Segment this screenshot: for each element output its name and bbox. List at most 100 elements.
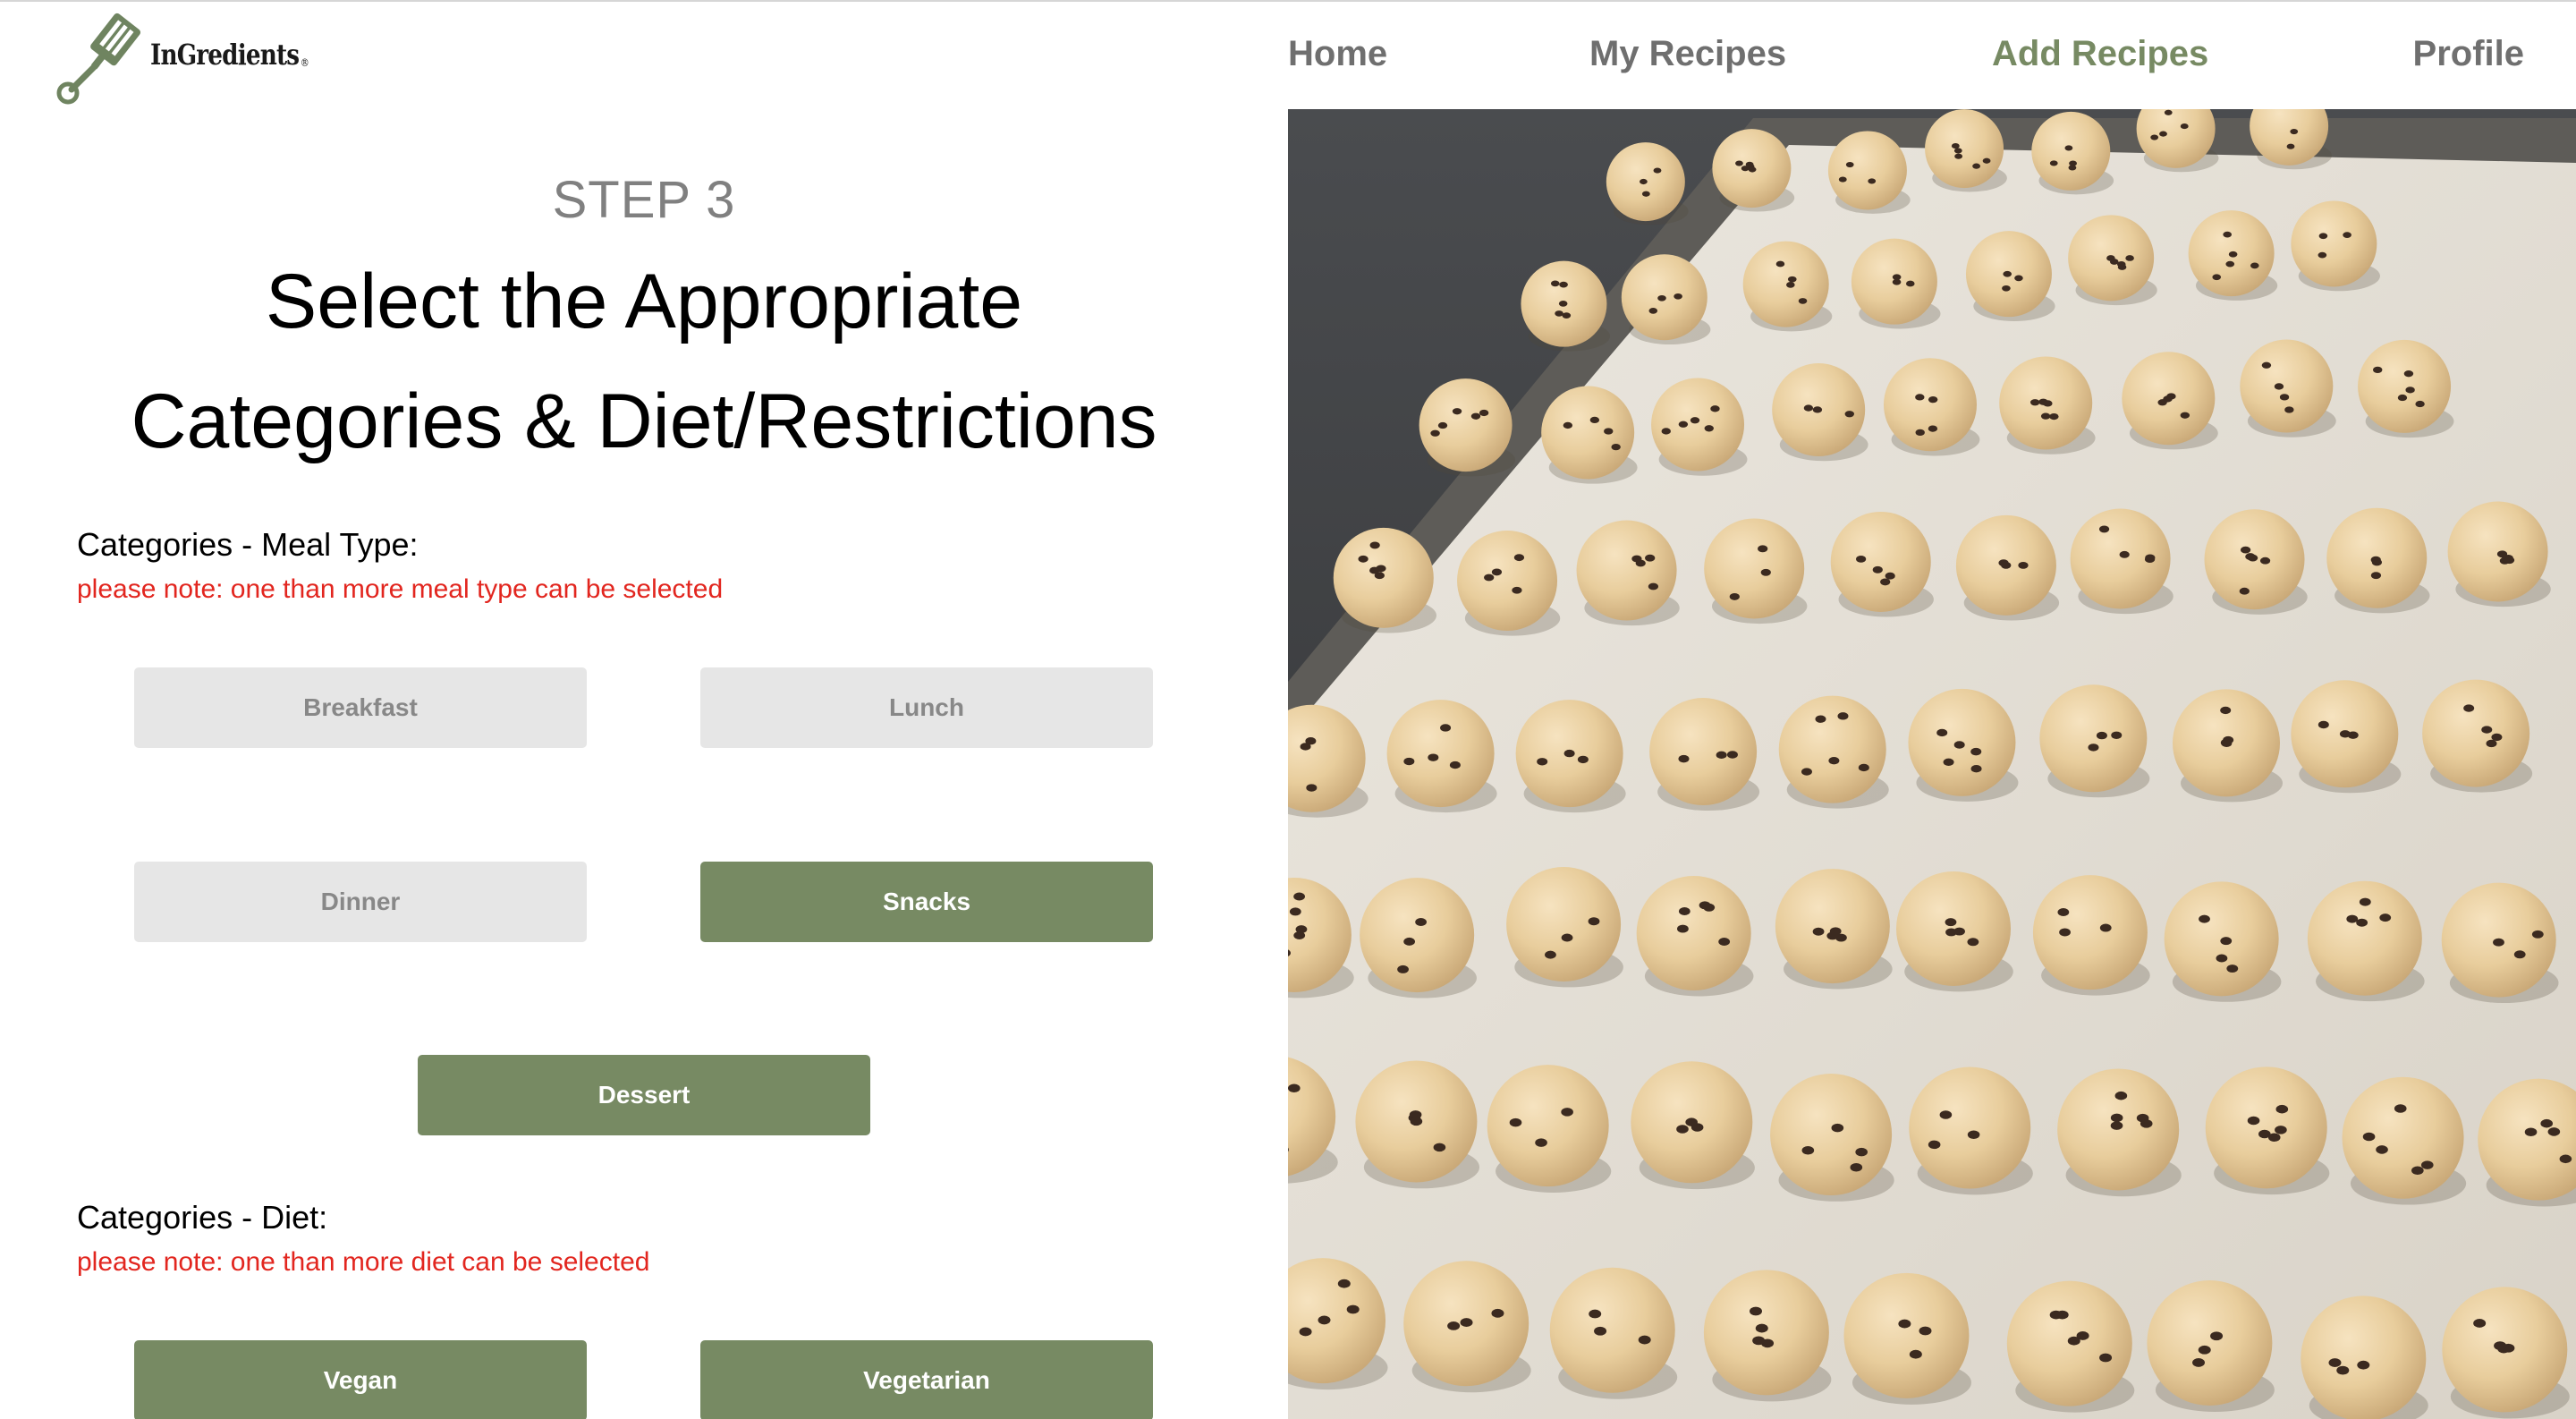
dough-ball <box>1830 511 1931 612</box>
chocolate-chip <box>1594 1326 1607 1336</box>
chocolate-chip <box>1915 394 1925 401</box>
chocolate-chip <box>1880 578 1891 586</box>
chocolate-chip <box>2481 726 2493 734</box>
dough-ball <box>1386 700 1495 808</box>
chocolate-chip <box>1685 1117 1698 1126</box>
chocolate-chip <box>1716 751 1727 760</box>
chocolate-chip <box>2275 1104 2289 1114</box>
nav-my-recipes[interactable]: My Recipes <box>1589 34 1786 74</box>
nav-add-recipes[interactable]: Add Recipes <box>1992 34 2208 74</box>
chocolate-chip <box>2261 361 2272 369</box>
chocolate-chip <box>1855 1147 1868 1157</box>
dough-ball <box>1541 386 1635 480</box>
vegan-button[interactable]: Vegan <box>134 1340 587 1419</box>
chocolate-chip <box>2415 400 2425 408</box>
dough-ball <box>1909 1066 2031 1189</box>
chocolate-chip <box>1295 925 1308 934</box>
chocolate-chip <box>2346 914 2359 923</box>
chocolate-chip <box>1748 166 1757 173</box>
chocolate-chip <box>2164 109 2173 115</box>
snacks-button[interactable]: Snacks <box>700 862 1153 942</box>
chocolate-chip <box>2318 251 2327 259</box>
registered-mark: ® <box>300 56 309 69</box>
chocolate-chip <box>1415 918 1428 926</box>
chocolate-chip <box>1972 163 1981 169</box>
chocolate-chip <box>1479 409 1489 417</box>
dough-ball <box>2039 684 2148 793</box>
vegetarian-button[interactable]: Vegetarian <box>700 1340 1153 1419</box>
chocolate-chip <box>2114 1091 2128 1100</box>
chocolate-chip <box>2318 233 2328 240</box>
chocolate-chip <box>1288 1083 1301 1092</box>
chocolate-chip <box>2379 913 2392 922</box>
chocolate-chip <box>1460 1318 1473 1327</box>
dinner-button[interactable]: Dinner <box>134 862 587 942</box>
chocolate-chip <box>1758 545 1768 553</box>
chocolate-chip <box>1545 950 1556 959</box>
dough-ball <box>2342 1076 2464 1199</box>
chocolate-chip <box>1447 1321 1461 1330</box>
hero-image <box>1288 109 2576 1419</box>
chocolate-chip <box>2524 1127 2538 1137</box>
breakfast-button[interactable]: Breakfast <box>134 667 587 748</box>
chocolate-chip <box>2370 556 2381 564</box>
chocolate-chip <box>1653 167 1662 174</box>
chocolate-chip <box>1661 428 1671 435</box>
dough-ball <box>1651 378 1745 472</box>
chocolate-chip <box>2356 918 2368 927</box>
chocolate-chip <box>1491 1308 1504 1318</box>
chocolate-chip <box>2220 937 2233 946</box>
dough-ball <box>1506 867 1622 982</box>
chocolate-chip <box>1555 310 1563 317</box>
brand-logo[interactable]: InGredients ® <box>50 13 318 105</box>
chocolate-chip <box>2049 1310 2063 1320</box>
chocolate-chip <box>1954 153 1963 159</box>
dough-ball <box>2032 875 2148 990</box>
dough-ball <box>1360 878 1475 993</box>
chocolate-chip <box>2018 561 2029 569</box>
chocolate-chip <box>1346 1304 1360 1314</box>
lunch-button[interactable]: Lunch <box>700 667 1153 748</box>
chocolate-chip <box>2163 395 2173 403</box>
chocolate-chip <box>2180 123 2189 130</box>
chocolate-chip <box>2540 1118 2554 1128</box>
chocolate-chip <box>1858 763 1869 772</box>
diet-note: please note: one than more diet can be s… <box>77 1247 650 1277</box>
chocolate-chip <box>2463 704 2475 712</box>
chocolate-chip <box>2043 400 2053 407</box>
chocolate-chip <box>1358 555 1368 563</box>
chocolate-chip <box>1638 1335 1651 1345</box>
chocolate-chip <box>2493 938 2504 947</box>
dough-ball <box>1827 131 1907 210</box>
chocolate-chip <box>2397 394 2408 402</box>
dough-ball <box>1703 1270 1829 1396</box>
chocolate-chip <box>2494 1341 2507 1351</box>
chocolate-chip <box>2394 1104 2407 1113</box>
chocolate-chip <box>2180 412 2190 419</box>
dough-ball <box>2301 1296 2427 1419</box>
dough-ball <box>1884 358 1978 452</box>
chocolate-chip <box>2029 399 2040 406</box>
chocolate-chip <box>2286 143 2295 149</box>
chocolate-chip <box>1337 1279 1351 1288</box>
chocolate-chip <box>2225 260 2235 268</box>
chocolate-chip <box>2223 231 2232 238</box>
chocolate-chip <box>1953 927 1965 936</box>
nav-home[interactable]: Home <box>1288 34 1387 74</box>
chocolate-chip <box>1561 933 1573 942</box>
dough-ball <box>2291 200 2377 287</box>
chocolate-chip <box>2099 923 2112 932</box>
dessert-button[interactable]: Dessert <box>418 1055 870 1135</box>
chocolate-chip <box>1369 541 1380 549</box>
chocolate-chip <box>1760 568 1771 576</box>
page-title-line-1: Select the Appropriate <box>265 259 1023 344</box>
chocolate-chip <box>2088 743 2099 752</box>
chocolate-chip <box>2343 232 2351 238</box>
chocolate-chip <box>1403 757 1415 766</box>
cookie-dough-tray-illustration <box>1288 109 2576 1419</box>
chocolate-chip <box>2216 954 2228 963</box>
chocolate-chip <box>2198 1345 2211 1355</box>
chocolate-chip <box>1998 559 2009 567</box>
nav-profile[interactable]: Profile <box>2413 34 2524 74</box>
chocolate-chip <box>2040 412 2051 420</box>
